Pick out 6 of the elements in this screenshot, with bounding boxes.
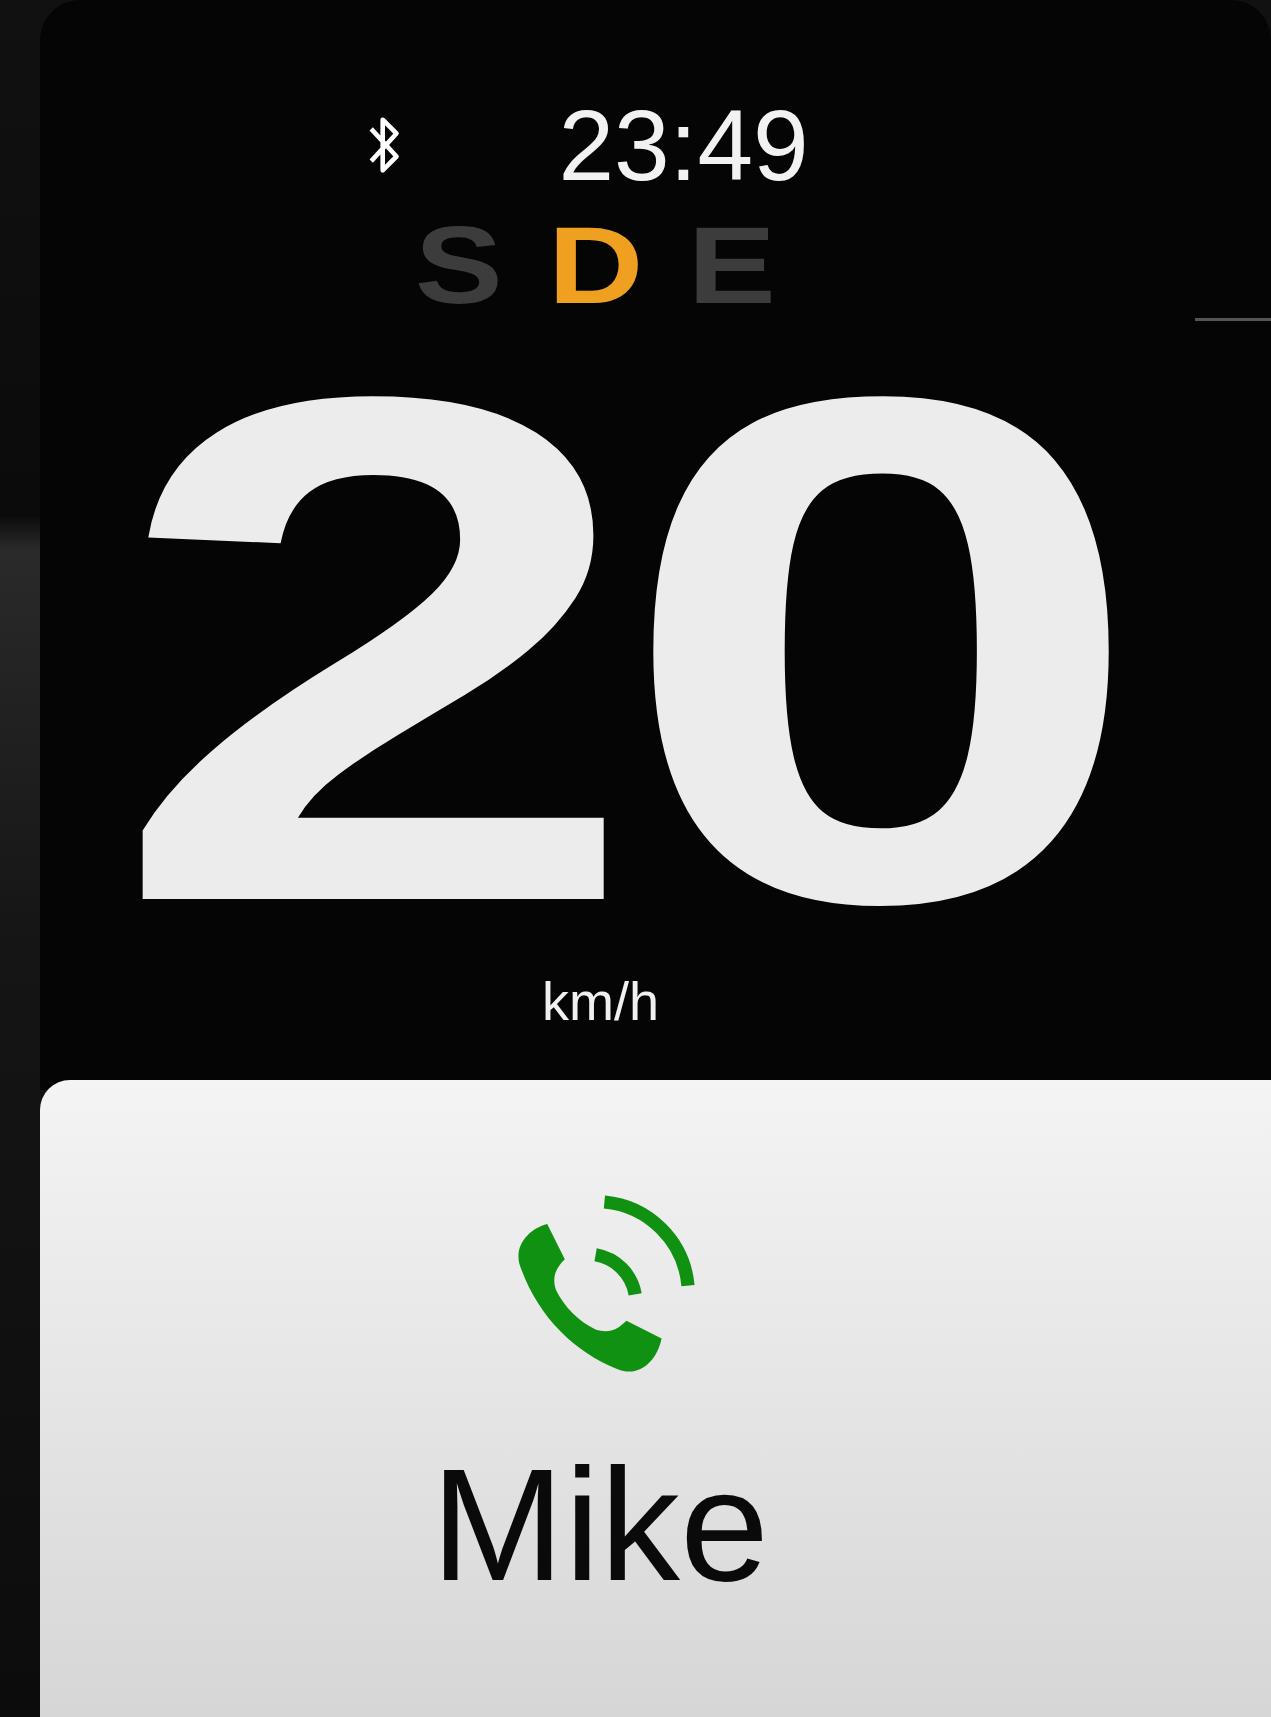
caller-name: Mike: [431, 1440, 769, 1610]
speed-reading: 20: [109, 370, 1122, 930]
speed-unit: km/h: [542, 970, 659, 1032]
gear-indicator: D: [547, 210, 644, 320]
clock-time: 23:49: [558, 90, 809, 200]
call-card[interactable]: Mike: [40, 1080, 1271, 1717]
